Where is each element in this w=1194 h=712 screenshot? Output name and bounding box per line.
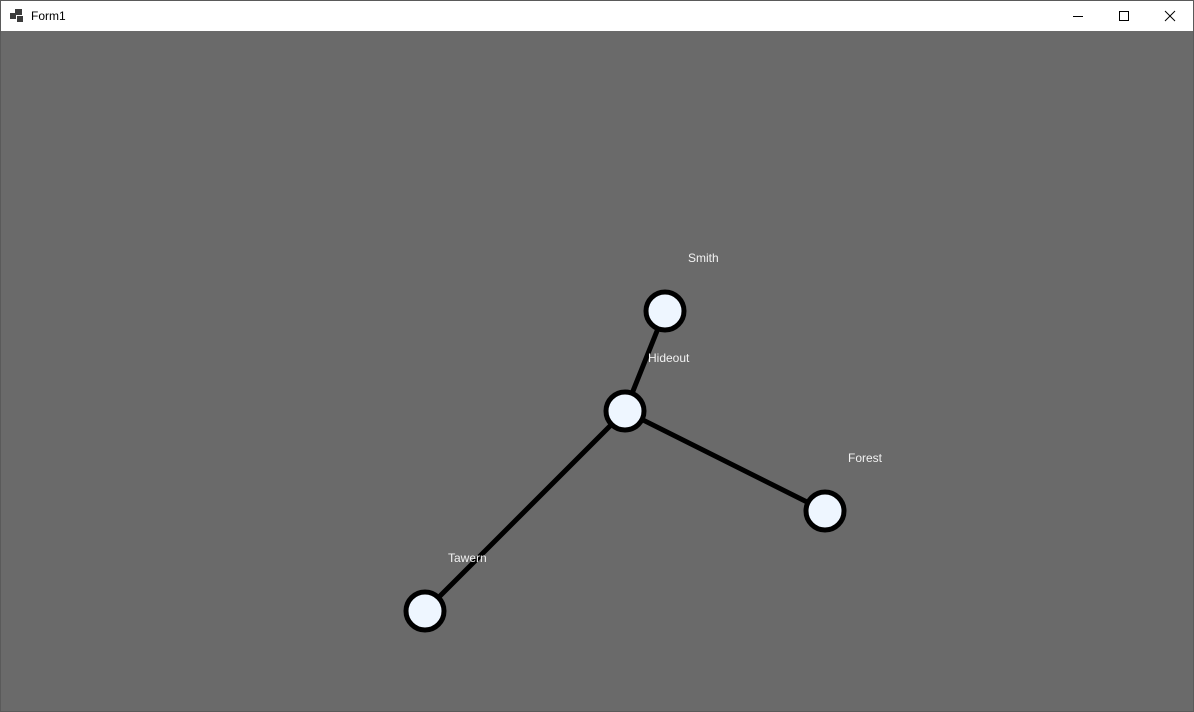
node-label-tawern: Tawern (448, 551, 487, 565)
close-button[interactable] (1147, 1, 1193, 31)
minimize-button[interactable] (1055, 1, 1101, 31)
edge-hideout-forest (623, 408, 827, 514)
node-forest[interactable] (803, 489, 847, 533)
title-bar[interactable]: Form1 (1, 1, 1193, 31)
graph-canvas[interactable]: Smith Hideout Forest Tawern (1, 31, 1193, 711)
minimize-icon (1073, 16, 1083, 17)
node-label-smith: Smith (688, 251, 719, 265)
node-hideout[interactable] (603, 389, 647, 433)
window-controls (1055, 1, 1193, 31)
app-window: Form1 Smith Hideout Forest Tawern (0, 0, 1194, 712)
edge-hideout-tawern (423, 409, 627, 613)
node-tawern[interactable] (403, 589, 447, 633)
node-label-hideout: Hideout (648, 351, 690, 365)
maximize-icon (1119, 11, 1129, 21)
close-icon (1164, 10, 1176, 22)
node-smith[interactable] (643, 289, 687, 333)
node-label-forest: Forest (848, 451, 883, 465)
form-app-icon (10, 9, 24, 23)
window-title: Form1 (31, 9, 66, 23)
maximize-button[interactable] (1101, 1, 1147, 31)
graph-svg (403, 289, 847, 633)
